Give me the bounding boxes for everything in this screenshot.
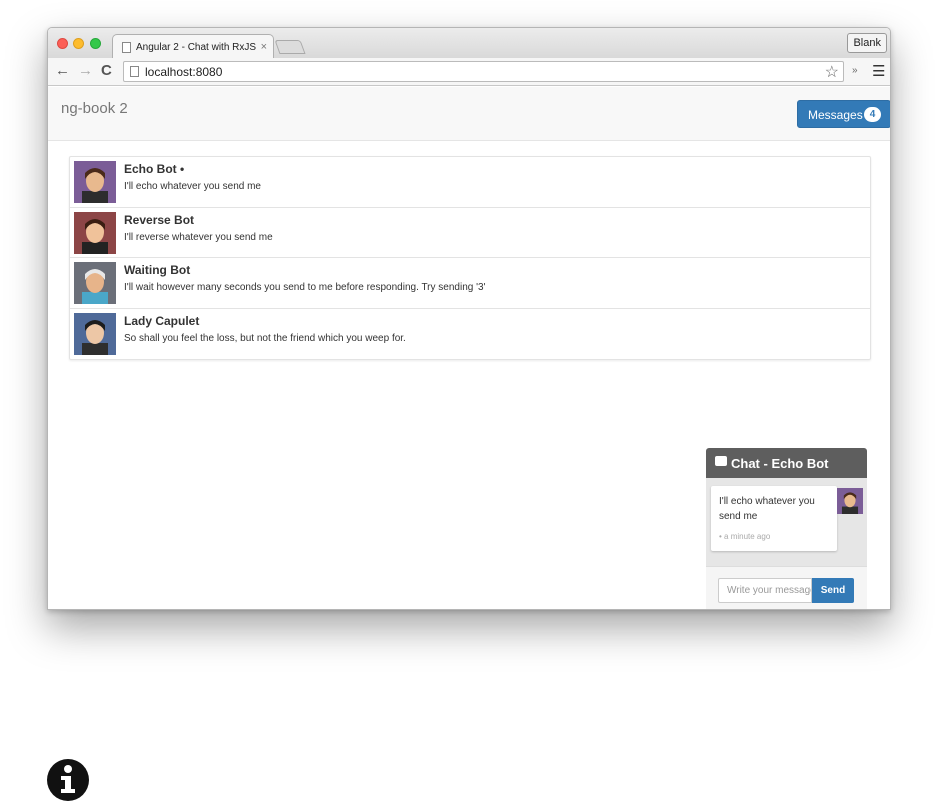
- avatar: [74, 312, 116, 355]
- list-item[interactable]: Lady Capulet So shall you feel the loss, …: [70, 309, 870, 360]
- app-navbar: ng-book 2 Messages 4: [48, 87, 890, 141]
- browser-tab[interactable]: Angular 2 - Chat with RxJS ×: [112, 34, 274, 59]
- thread-list: Echo Bot • I'll echo whatever you send me…: [69, 156, 871, 360]
- blank-button[interactable]: Blank: [847, 33, 887, 53]
- avatar: [74, 211, 116, 254]
- thread-snippet: I'll reverse whatever you send me: [124, 231, 273, 243]
- chat-window: Chat - Echo Bot I'll echo whatever you s…: [706, 448, 867, 609]
- list-item[interactable]: Reverse Bot I'll reverse whatever you sen…: [70, 208, 870, 258]
- title-bar: Angular 2 - Chat with RxJS × Blank: [48, 28, 890, 59]
- address-bar[interactable]: localhost:8080 ☆: [123, 61, 844, 82]
- bookmark-star-icon[interactable]: ☆: [825, 62, 839, 82]
- thread-snippet: I'll wait however many seconds you send …: [124, 282, 486, 293]
- maximize-window-button[interactable]: [90, 38, 101, 49]
- chat-messages: I'll echo whatever you send me • a minut…: [706, 478, 867, 566]
- send-button[interactable]: Send: [812, 578, 854, 603]
- close-window-button[interactable]: [57, 38, 68, 49]
- browser-window: Angular 2 - Chat with RxJS × Blank ← → C…: [47, 27, 891, 610]
- back-arrow-icon[interactable]: ←: [55, 63, 70, 79]
- avatar: [74, 262, 116, 304]
- thread-name: Waiting Bot: [124, 263, 191, 277]
- message-time: • a minute ago: [719, 532, 771, 541]
- tab-title: Angular 2 - Chat with RxJS: [136, 42, 257, 53]
- unread-count-badge: 4: [864, 107, 881, 122]
- minimize-window-button[interactable]: [73, 38, 84, 49]
- message-text: I'll echo whatever you send me: [719, 496, 815, 522]
- avatar: [74, 161, 116, 203]
- hamburger-menu-icon[interactable]: ☰: [872, 62, 885, 80]
- thread-name: Echo Bot •: [124, 162, 185, 176]
- thread-name: Reverse Bot: [124, 212, 195, 227]
- page-viewport: ng-book 2 Messages 4 Echo Bot • I'll echo…: [48, 87, 890, 609]
- chat-title: Chat - Echo Bot: [731, 456, 829, 471]
- list-item[interactable]: Waiting Bot I'll wait however many second…: [70, 258, 870, 309]
- list-item[interactable]: Echo Bot • I'll echo whatever you send me: [70, 157, 870, 208]
- forward-arrow-icon[interactable]: →: [78, 63, 93, 79]
- page-icon: [122, 42, 131, 53]
- chat-header: Chat - Echo Bot: [706, 448, 867, 478]
- reload-icon[interactable]: C: [101, 63, 112, 79]
- messages-button[interactable]: Messages 4: [797, 100, 890, 128]
- avatar: [837, 488, 863, 514]
- browser-toolbar: ← → C localhost:8080 ☆ » ☰: [48, 58, 890, 86]
- chat-composer: Write your message here Send: [706, 566, 867, 609]
- thread-snippet: I'll echo whatever you send me: [124, 181, 261, 192]
- thread-snippet: So shall you feel the loss, but not the …: [124, 332, 406, 344]
- info-icon: [46, 758, 90, 802]
- comment-icon: [715, 456, 727, 466]
- tab-close-icon[interactable]: ×: [261, 41, 267, 53]
- page-icon: [130, 66, 139, 77]
- messages-label: Messages: [808, 108, 863, 122]
- extensions-chevron-icon[interactable]: »: [852, 65, 858, 76]
- message-bubble: I'll echo whatever you send me • a minut…: [711, 486, 837, 551]
- new-tab-button[interactable]: [274, 40, 306, 54]
- brand-title[interactable]: ng-book 2: [61, 100, 128, 117]
- url-text[interactable]: localhost:8080: [145, 65, 222, 79]
- thread-name: Lady Capulet: [124, 313, 200, 328]
- message-input[interactable]: Write your message here: [718, 578, 812, 603]
